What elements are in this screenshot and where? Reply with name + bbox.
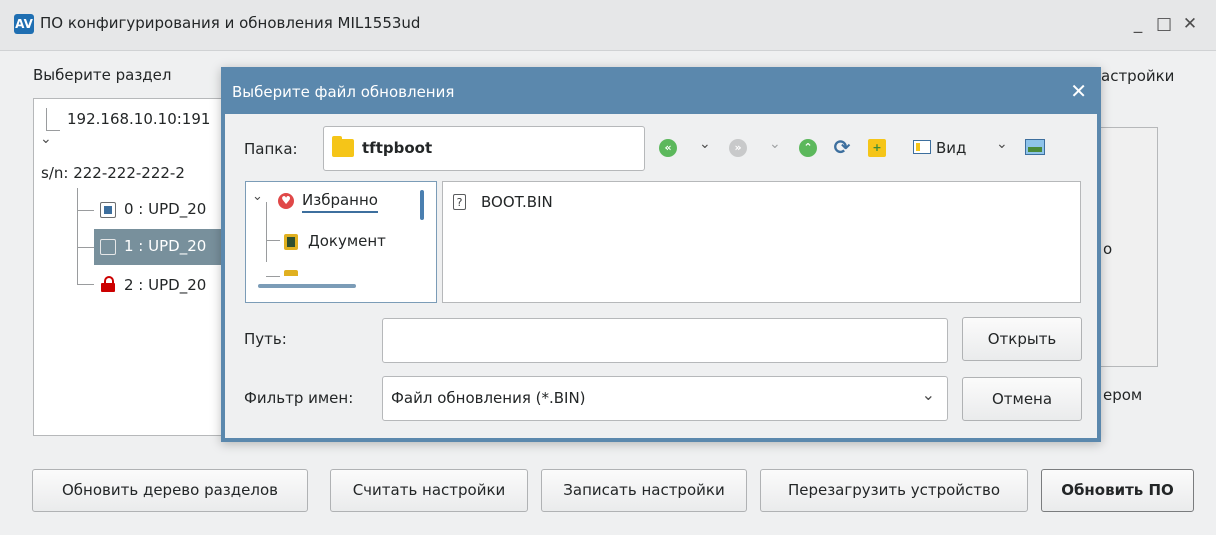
partition-2-label[interactable]: 2 : UPD_20 (124, 276, 206, 294)
maximize-icon[interactable]: □ (1152, 12, 1176, 36)
folder-icon (332, 136, 354, 157)
path-input[interactable] (382, 318, 948, 363)
dialog-title-bar: Выберите файл обновления ✕ (225, 71, 1097, 114)
file-item-boot-bin[interactable]: BOOT.BIN (481, 193, 553, 211)
reload-icon[interactable]: ⟳ (833, 137, 851, 157)
places-item-favorites[interactable]: Избранно (302, 191, 378, 213)
filter-chevron-down-icon: ⌄ (921, 385, 935, 404)
tree-line (77, 247, 94, 248)
tree-line (77, 210, 94, 211)
tree-root-address[interactable]: 192.168.10.10:191 (67, 110, 210, 128)
app-logo-icon: AV (14, 14, 34, 34)
view-mode-icon[interactable] (913, 140, 931, 154)
tree-line (77, 188, 78, 284)
filter-label: Фильтр имен: (244, 389, 354, 407)
update-firmware-button[interactable]: Обновить ПО (1041, 469, 1194, 512)
partition-0-label[interactable]: 0 : UPD_20 (124, 200, 206, 218)
places-folder-icon (284, 270, 298, 276)
parent-folder-icon[interactable]: ⌃ (799, 139, 817, 157)
tree-expand-icon[interactable]: ⌄ (40, 131, 52, 147)
close-icon[interactable]: ✕ (1178, 12, 1202, 36)
favorites-heart-icon: ♥ (278, 193, 294, 209)
dialog-close-icon[interactable]: ✕ (1070, 79, 1087, 103)
minimize-icon[interactable]: _ (1126, 12, 1150, 36)
tree-line (77, 284, 94, 285)
back-history-chevron-icon[interactable]: ⌄ (699, 136, 711, 152)
places-panel[interactable]: ⌄ ♥ Избранно Документ (245, 181, 437, 303)
title-bar: AV ПО конфигурирования и обновления MIL1… (0, 0, 1216, 51)
tree-line (46, 108, 47, 130)
view-label[interactable]: Вид (936, 139, 966, 157)
places-hscrollbar[interactable] (258, 284, 356, 288)
places-vscrollbar[interactable] (420, 190, 424, 220)
cancel-button[interactable]: Отмена (962, 377, 1082, 421)
file-select-dialog: Выберите файл обновления ✕ Папка: tftpbo… (221, 67, 1101, 442)
folder-label: Папка: (244, 140, 298, 158)
filter-select[interactable]: Файл обновления (*.BIN) ⌄ (382, 376, 948, 421)
read-settings-button[interactable]: Считать настройки (330, 469, 528, 512)
write-settings-button[interactable]: Записать настройки (541, 469, 747, 512)
reboot-device-button[interactable]: Перезагрузить устройство (760, 469, 1028, 512)
settings-fragment-text: о (1103, 240, 1113, 258)
file-list[interactable]: ? BOOT.BIN (442, 181, 1081, 303)
places-expand-icon[interactable]: ⌄ (252, 189, 263, 204)
open-button[interactable]: Открыть (962, 317, 1082, 361)
tree-line (266, 240, 280, 241)
lock-icon (101, 276, 115, 292)
tree-serial[interactable]: s/n: 222-222-222-2 (41, 164, 185, 182)
new-folder-icon[interactable]: + (868, 139, 886, 157)
path-label: Путь: (244, 330, 287, 348)
tree-line (266, 202, 267, 262)
tree-line (266, 276, 280, 277)
folder-name: tftpboot (362, 139, 433, 157)
dialog-title: Выберите файл обновления (232, 83, 455, 101)
places-item-documents[interactable]: Документ (308, 232, 386, 250)
refresh-tree-button[interactable]: Обновить дерево разделов (32, 469, 308, 512)
documents-folder-icon (284, 234, 298, 250)
preview-icon[interactable] (1025, 139, 1045, 155)
partition-1-label[interactable]: 1 : UPD_20 (124, 237, 206, 255)
partition-1-checkbox[interactable] (100, 239, 116, 255)
filter-select-value: Файл обновления (*.BIN) (391, 389, 586, 407)
window-title: ПО конфигурирования и обновления MIL1553… (40, 14, 421, 32)
server-fragment-text: ером (1103, 386, 1143, 404)
section-label: Выберите раздел (33, 66, 172, 84)
partition-0-checkbox[interactable] (100, 202, 116, 218)
forward-icon[interactable]: » (729, 139, 747, 157)
unknown-file-icon: ? (453, 194, 466, 210)
back-icon[interactable]: « (659, 139, 677, 157)
folder-combo[interactable]: tftpboot (323, 126, 645, 171)
forward-history-chevron-icon[interactable]: ⌄ (769, 136, 781, 152)
view-chevron-icon[interactable]: ⌄ (996, 136, 1008, 152)
settings-group-label: астройки (1101, 67, 1175, 85)
